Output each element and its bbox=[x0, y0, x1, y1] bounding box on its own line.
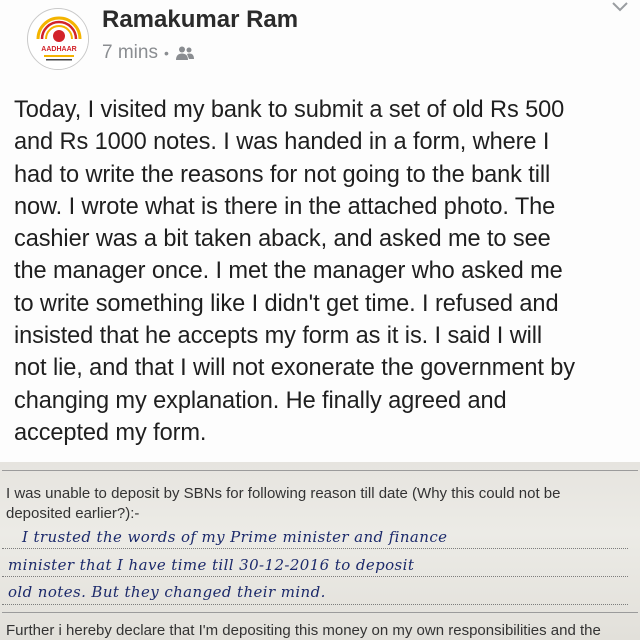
svg-text:AADHAAR: AADHAAR bbox=[41, 46, 76, 53]
post-time[interactable]: 7 mins bbox=[102, 42, 158, 64]
form-rule bbox=[2, 470, 638, 471]
meta-separator: • bbox=[163, 45, 169, 61]
attached-photo[interactable]: I was unable to deposit by SBNs for foll… bbox=[0, 462, 640, 640]
dotted-line bbox=[2, 576, 628, 577]
chevron-down-icon[interactable] bbox=[610, 0, 630, 14]
dotted-line bbox=[2, 548, 628, 549]
post-line: cashier was a bit taken aback, and asked… bbox=[14, 226, 551, 253]
handwritten-line: minister that I have time till 30-12-201… bbox=[8, 556, 415, 574]
post-line: insisted that he accepts my form as it i… bbox=[14, 323, 543, 350]
aadhaar-logo-icon: AADHAAR bbox=[29, 10, 88, 69]
post-line: and Rs 1000 notes. I was handed in a for… bbox=[14, 129, 550, 156]
dotted-line bbox=[2, 604, 628, 605]
form-question: I was unable to deposit by SBNs for foll… bbox=[6, 484, 636, 524]
post-meta: 7 mins • bbox=[102, 42, 195, 64]
facebook-post: AADHAAR Ramakumar Ram 7 mins • Today, I … bbox=[0, 0, 640, 462]
post-line: not lie, and that I will not exonerate t… bbox=[14, 355, 575, 382]
post-line: the manager once. I met the manager who … bbox=[14, 258, 563, 285]
form-question-line: deposited earlier?):- bbox=[6, 505, 140, 522]
friends-icon[interactable] bbox=[175, 45, 195, 61]
form-declaration: Further i hereby declare that I'm deposi… bbox=[6, 622, 601, 639]
post-body: Today, I visited my bank to submit a set… bbox=[14, 94, 636, 449]
form-question-line: I was unable to deposit by SBNs for foll… bbox=[6, 485, 561, 502]
post-line: changing my explanation. He finally agre… bbox=[14, 387, 507, 414]
author-name[interactable]: Ramakumar Ram bbox=[102, 6, 298, 34]
handwritten-line: old notes. But they changed their mind. bbox=[8, 583, 326, 601]
form-rule bbox=[2, 612, 638, 613]
post-line: accepted my form. bbox=[14, 419, 207, 446]
avatar[interactable]: AADHAAR bbox=[27, 8, 89, 70]
post-line: Today, I visited my bank to submit a set… bbox=[14, 97, 565, 123]
post-line: now. I wrote what is there in the attach… bbox=[14, 193, 556, 220]
post-line: had to write the reasons for not going t… bbox=[14, 161, 551, 188]
handwritten-line: I trusted the words of my Prime minister… bbox=[22, 528, 448, 546]
post-line: to write something like I didn't get tim… bbox=[14, 290, 559, 317]
